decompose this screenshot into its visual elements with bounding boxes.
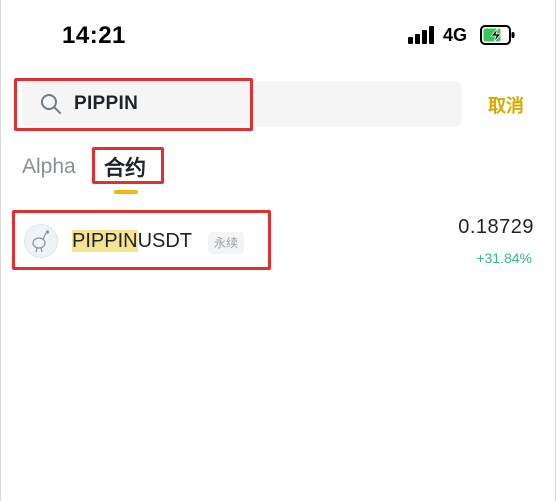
- search-input[interactable]: PIPPIN: [22, 81, 462, 127]
- search-query: PIPPIN: [74, 93, 139, 114]
- coin-logo-icon: [24, 224, 58, 258]
- status-time: 14:21: [62, 22, 126, 49]
- active-tab-indicator: [114, 190, 138, 194]
- perpetual-badge: 永续: [208, 232, 245, 254]
- status-bar: 14:21 4G: [0, 0, 556, 70]
- cancel-button[interactable]: 取消: [488, 92, 524, 118]
- contract-symbol: PIPPINUSDT: [72, 230, 192, 253]
- symbol-quote: USDT: [137, 230, 193, 252]
- tab-alpha[interactable]: Alpha: [22, 155, 76, 179]
- last-price: 0.18729: [458, 216, 534, 238]
- search-result-row[interactable]: PIPPINUSDT 永续 0.18729 +31.84%: [0, 210, 556, 272]
- tab-contract[interactable]: 合约: [104, 152, 146, 182]
- price-change: +31.84%: [476, 250, 532, 266]
- cellular-signal-icon: [408, 26, 435, 44]
- battery-charging-icon: [480, 24, 516, 46]
- search-icon: [40, 93, 62, 115]
- network-type: 4G: [443, 25, 468, 45]
- symbol-match-highlight: PIPPIN: [72, 230, 138, 252]
